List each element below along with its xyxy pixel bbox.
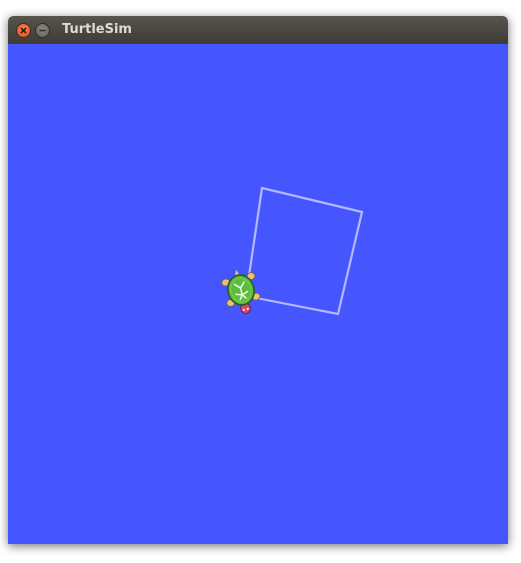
window-title: TurtleSim (62, 22, 132, 37)
minimize-icon (39, 29, 46, 32)
close-icon (20, 27, 27, 34)
close-button[interactable] (16, 23, 31, 38)
title-bar[interactable]: TurtleSim (8, 16, 508, 44)
turtlesim-window: TurtleSim (8, 16, 508, 544)
turtle-canvas (8, 44, 508, 544)
minimize-button[interactable] (35, 23, 50, 38)
